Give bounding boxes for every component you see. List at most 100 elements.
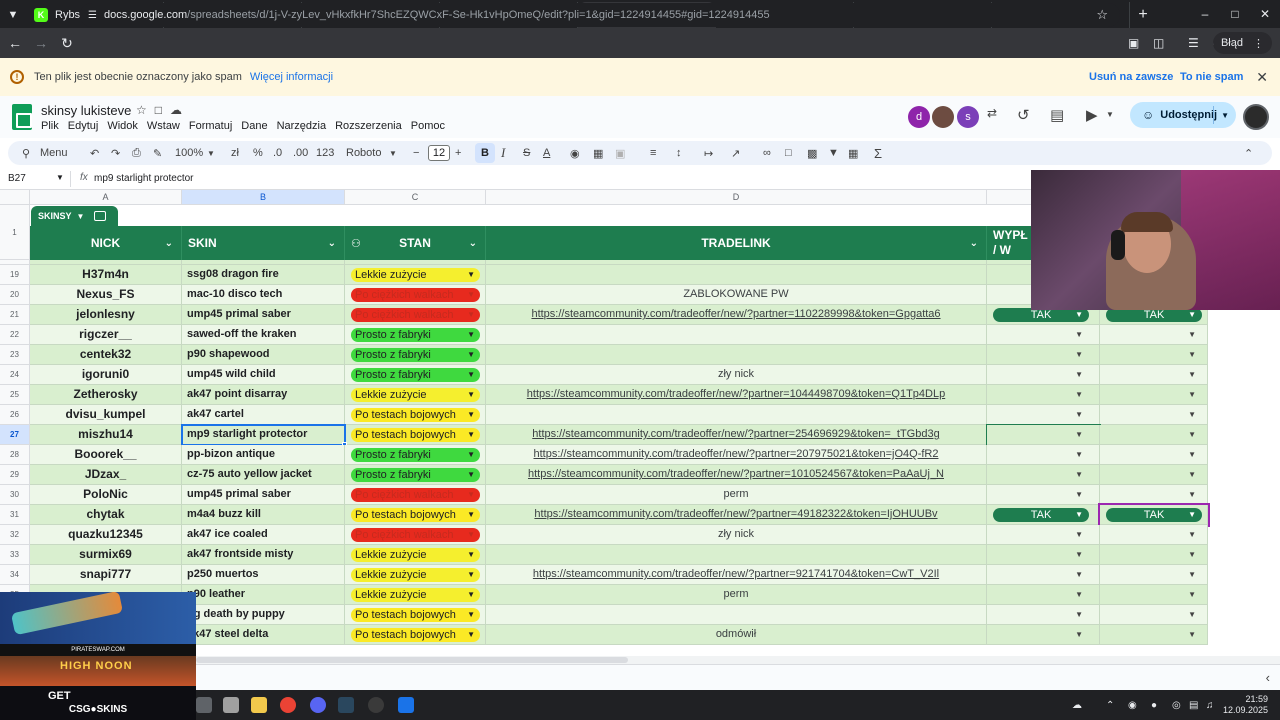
chip-dropdown-icon[interactable]: ▼ <box>467 428 475 442</box>
skin-cell[interactable]: ak47 steel delta <box>182 625 345 645</box>
wyplata-dropdown-chip[interactable]: ▼ <box>1106 428 1202 442</box>
tradelink-cell[interactable]: https://steamcommunity.com/tradeoffer/ne… <box>486 565 987 585</box>
skin-cell[interactable]: pp-bizon antique <box>182 445 345 465</box>
wyplata-cell[interactable]: ▼ <box>1100 565 1208 585</box>
formula-input[interactable]: mp9 starlight protector <box>94 173 194 184</box>
nick-cell[interactable]: miszhu14 <box>30 425 182 445</box>
stan-dropdown-chip[interactable]: Prosto z fabryki ▼ <box>351 348 480 362</box>
tradelink-cell[interactable] <box>486 405 987 425</box>
stan-dropdown-chip[interactable]: Po testach bojowych ▼ <box>351 508 480 522</box>
extensions-icon[interactable]: ◫ <box>1153 28 1164 58</box>
wyplata-dropdown-chip[interactable]: ▼ <box>1106 348 1202 362</box>
wyplata-cell[interactable]: ▼ <box>1100 445 1208 465</box>
number-format-button[interactable]: 123 <box>316 141 334 165</box>
reload-button[interactable]: ↻ <box>54 30 80 56</box>
wyplata-cell[interactable]: ▼ <box>1100 345 1208 365</box>
tradelink-url[interactable]: https://steamcommunity.com/tradeoffer/ne… <box>534 508 937 520</box>
microphone-icon[interactable]: ◎ <box>1172 690 1181 720</box>
wyplata-dropdown-chip[interactable]: ▼ <box>1106 528 1202 542</box>
stan-cell[interactable]: Lekkie zużycie ▼ <box>345 585 486 605</box>
nick-cell[interactable]: igoruni0 <box>30 365 182 385</box>
header-filter-icon[interactable]: ⌄ <box>328 238 336 249</box>
row-header[interactable]: 23 <box>0 345 30 365</box>
stan-cell[interactable]: Prosto z fabryki ▼ <box>345 465 486 485</box>
chip-dropdown-icon[interactable]: ▼ <box>467 388 475 402</box>
chip-dropdown-icon[interactable]: ▼ <box>1188 588 1196 602</box>
skin-cell[interactable]: p90 shapewood <box>182 345 345 365</box>
chip-dropdown-icon[interactable]: ▼ <box>1075 428 1083 442</box>
wyplata-cell[interactable]: ▼ <box>987 465 1100 485</box>
back-button[interactable]: ← <box>2 30 28 56</box>
tradelink-cell[interactable]: https://steamcommunity.com/tradeoffer/ne… <box>486 385 987 405</box>
tradelink-url[interactable]: https://steamcommunity.com/tradeoffer/ne… <box>533 568 939 580</box>
chip-dropdown-icon[interactable]: ▼ <box>1188 348 1196 362</box>
nick-cell[interactable]: H37m4n <box>30 265 182 285</box>
stan-cell[interactable]: Po ciężkich walkach ▼ <box>345 285 486 305</box>
wyplata-cell[interactable]: ▼ <box>987 485 1100 505</box>
search-menus-label[interactable]: Menu <box>40 141 68 165</box>
app-icon[interactable] <box>223 697 239 713</box>
filter-views-icon[interactable]: ▦ <box>848 141 858 165</box>
chip-dropdown-icon[interactable]: ▼ <box>1075 328 1083 342</box>
chip-dropdown-icon[interactable]: ▼ <box>1188 428 1196 442</box>
menu-item[interactable]: Plik <box>41 120 59 132</box>
chip-dropdown-icon[interactable]: ▼ <box>467 268 475 282</box>
wyplata-dropdown-chip[interactable]: ▼ <box>1106 388 1202 402</box>
paint-format-icon[interactable]: ✎ <box>153 141 162 165</box>
skin-cell[interactable]: cz-75 auto yellow jacket <box>182 465 345 485</box>
skin-cell[interactable]: mp9 starlight protector <box>182 425 345 445</box>
nick-cell[interactable]: jelonlesny <box>30 305 182 325</box>
chip-dropdown-icon[interactable]: ▼ <box>1075 408 1083 422</box>
wyplata-dropdown-chip[interactable]: ▼ <box>993 548 1089 562</box>
nick-cell[interactable]: surmix69 <box>30 545 182 565</box>
collaborator-avatar[interactable] <box>932 106 954 128</box>
chip-dropdown-icon[interactable]: ▼ <box>1075 388 1083 402</box>
chip-dropdown-icon[interactable]: ▼ <box>1075 308 1083 322</box>
bold-button[interactable]: B <box>475 143 495 163</box>
name-box[interactable]: B27 <box>8 173 26 184</box>
stan-cell[interactable]: Po testach bojowych ▼ <box>345 625 486 645</box>
nick-cell[interactable]: Nexus_FS <box>30 285 182 305</box>
chip-dropdown-icon[interactable]: ▼ <box>1075 528 1083 542</box>
wyplata-dropdown-chip[interactable]: ▼ <box>1106 608 1202 622</box>
skin-cell[interactable]: ak47 frontside misty <box>182 545 345 565</box>
wyplata-cell[interactable]: TAK ▼ <box>987 505 1100 525</box>
wyplata-cell[interactable]: ▼ <box>1100 385 1208 405</box>
close-window-button[interactable]: ✕ <box>1250 0 1280 28</box>
chip-dropdown-icon[interactable]: ▼ <box>467 588 475 602</box>
stan-cell[interactable]: Po testach bojowych ▼ <box>345 425 486 445</box>
menu-item[interactable]: Rozszerzenia <box>335 120 402 132</box>
row-header[interactable]: 24 <box>0 365 30 385</box>
chip-dropdown-icon[interactable]: ▼ <box>467 608 475 622</box>
tradelink-cell[interactable]: https://steamcommunity.com/tradeoffer/ne… <box>486 425 987 445</box>
forward-button[interactable]: → <box>28 30 54 56</box>
row-header[interactable]: 1 <box>0 205 30 260</box>
wyplata-dropdown-chip[interactable]: ▼ <box>993 468 1089 482</box>
chip-dropdown-icon[interactable]: ▼ <box>467 408 475 422</box>
scrollbar-thumb[interactable] <box>196 657 628 663</box>
borders-icon[interactable]: ▦ <box>593 141 603 165</box>
wyplata-dropdown-chip[interactable]: ▼ <box>993 328 1089 342</box>
wyplata-dropdown-chip[interactable]: TAK ▼ <box>993 508 1089 522</box>
wyplata-cell[interactable]: ▼ <box>987 585 1100 605</box>
stan-dropdown-chip[interactable]: Lekkie zużycie ▼ <box>351 388 480 402</box>
search-menus-icon[interactable]: ⚲ <box>22 141 30 165</box>
skin-cell[interactable]: ssg08 dragon fire <box>182 265 345 285</box>
tradelink-cell[interactable]: zły nick <box>486 365 987 385</box>
header-filter-icon[interactable]: ⌄ <box>165 238 173 249</box>
volume-icon[interactable]: ♫ <box>1206 690 1214 720</box>
select-all-corner[interactable] <box>0 190 30 205</box>
share-button[interactable]: ☺ Udostępnij ▼ <box>1130 102 1236 128</box>
merge-cells-icon[interactable]: ▣ <box>615 141 625 165</box>
row-header[interactable]: 28 <box>0 445 30 465</box>
column-header[interactable]: B <box>182 190 345 205</box>
bookmark-star-icon[interactable]: ☆ <box>1096 7 1108 23</box>
new-tab-button[interactable]: + <box>1130 2 1156 28</box>
undo-icon[interactable]: ↶ <box>90 141 99 165</box>
row-header[interactable]: 32 <box>0 525 30 545</box>
wyplata-cell[interactable]: ▼ <box>1100 605 1208 625</box>
skin-cell[interactable]: mac-10 disco tech <box>182 285 345 305</box>
row-header[interactable]: 27 <box>0 425 30 445</box>
zoom-dropdown-icon[interactable]: ▼ <box>207 141 215 165</box>
horizontal-scrollbar[interactable] <box>196 656 1280 664</box>
